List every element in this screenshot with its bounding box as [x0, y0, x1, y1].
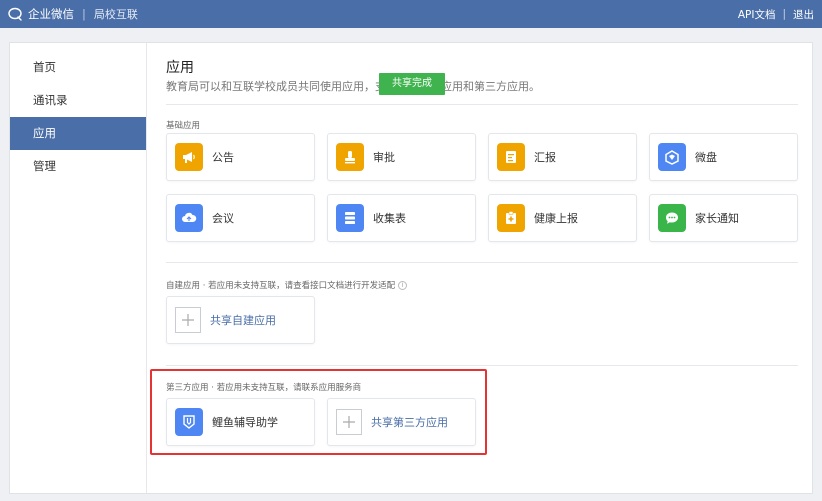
app-card-parent-notice[interactable]: 家长通知 [649, 194, 798, 242]
brand-subtitle: 局校互联 [93, 8, 138, 21]
api-docs-link[interactable]: API文档 [738, 7, 776, 22]
app-label: 汇报 [534, 151, 556, 164]
logout-link[interactable]: 退出 [793, 7, 814, 22]
app-label: 微盘 [695, 151, 717, 164]
report-icon [497, 143, 525, 171]
page-title: 应用 [166, 60, 194, 76]
form-stack-icon [336, 204, 364, 232]
drive-icon [658, 143, 686, 171]
sidebar-item-apps[interactable]: 应用 [10, 117, 146, 150]
app-card-collect-form[interactable]: 收集表 [327, 194, 476, 242]
page-description: 教育局可以和互联学校成员共同使用应用，支 建应用和第三方应用。 [166, 78, 540, 94]
app-label: 收集表 [373, 212, 406, 225]
app-card-meeting[interactable]: 会议 [166, 194, 315, 242]
plus-icon [175, 307, 201, 333]
top-links: API文档 | 退出 [738, 7, 814, 22]
stamp-icon [336, 143, 364, 171]
wecom-logo-icon [8, 7, 22, 21]
brand-name: 企业微信 [28, 7, 74, 21]
app-label: 健康上报 [534, 212, 578, 225]
section-divider [166, 262, 798, 263]
cloud-icon [175, 204, 203, 232]
section-divider [166, 365, 798, 366]
sidebar-item-manage[interactable]: 管理 [10, 150, 146, 183]
sidebar-item-contacts[interactable]: 通讯录 [10, 84, 146, 117]
share-complete-toast: 共享完成 [379, 73, 445, 95]
health-report-icon [497, 204, 525, 232]
app-label: 公告 [212, 151, 234, 164]
page-description-end: 建应用和第三方应用。 [430, 80, 540, 93]
basic-apps-label: 基础应用 [166, 121, 201, 131]
share-custom-app-button[interactable]: 共享自建应用 [166, 296, 315, 344]
app-label: 审批 [373, 151, 395, 164]
app-card-approval[interactable]: 审批 [327, 133, 476, 181]
app-card-health-report[interactable]: 健康上报 [488, 194, 637, 242]
top-bar: 企业微信 | 局校互联 API文档 | 退出 [0, 0, 822, 28]
brand-separator: | [82, 7, 86, 21]
app-card-announcement[interactable]: 公告 [166, 133, 315, 181]
app-label: 家长通知 [695, 212, 739, 225]
highlight-box [150, 369, 487, 455]
section-divider [166, 104, 798, 105]
custom-apps-label-text: 自建应用 · 若应用未支持互联，请查看接口文档进行开发适配 [166, 281, 396, 291]
brand[interactable]: 企业微信 | 局校互联 [8, 6, 138, 22]
sidebar-item-home[interactable]: 首页 [10, 51, 146, 84]
app-label: 会议 [212, 212, 234, 225]
sidebar: 首页 通讯录 应用 管理 [10, 43, 147, 493]
page-description-start: 教育局可以和互联学校成员共同使用应用，支 [166, 80, 386, 93]
app-card-report[interactable]: 汇报 [488, 133, 637, 181]
custom-apps-label: 自建应用 · 若应用未支持互联，请查看接口文档进行开发适配 i [166, 279, 408, 291]
app-card-drive[interactable]: 微盘 [649, 133, 798, 181]
info-icon[interactable]: i [398, 280, 408, 290]
chat-bubble-icon [658, 204, 686, 232]
link-separator: | [782, 8, 786, 20]
share-custom-app-label: 共享自建应用 [210, 314, 276, 327]
megaphone-icon [175, 143, 203, 171]
